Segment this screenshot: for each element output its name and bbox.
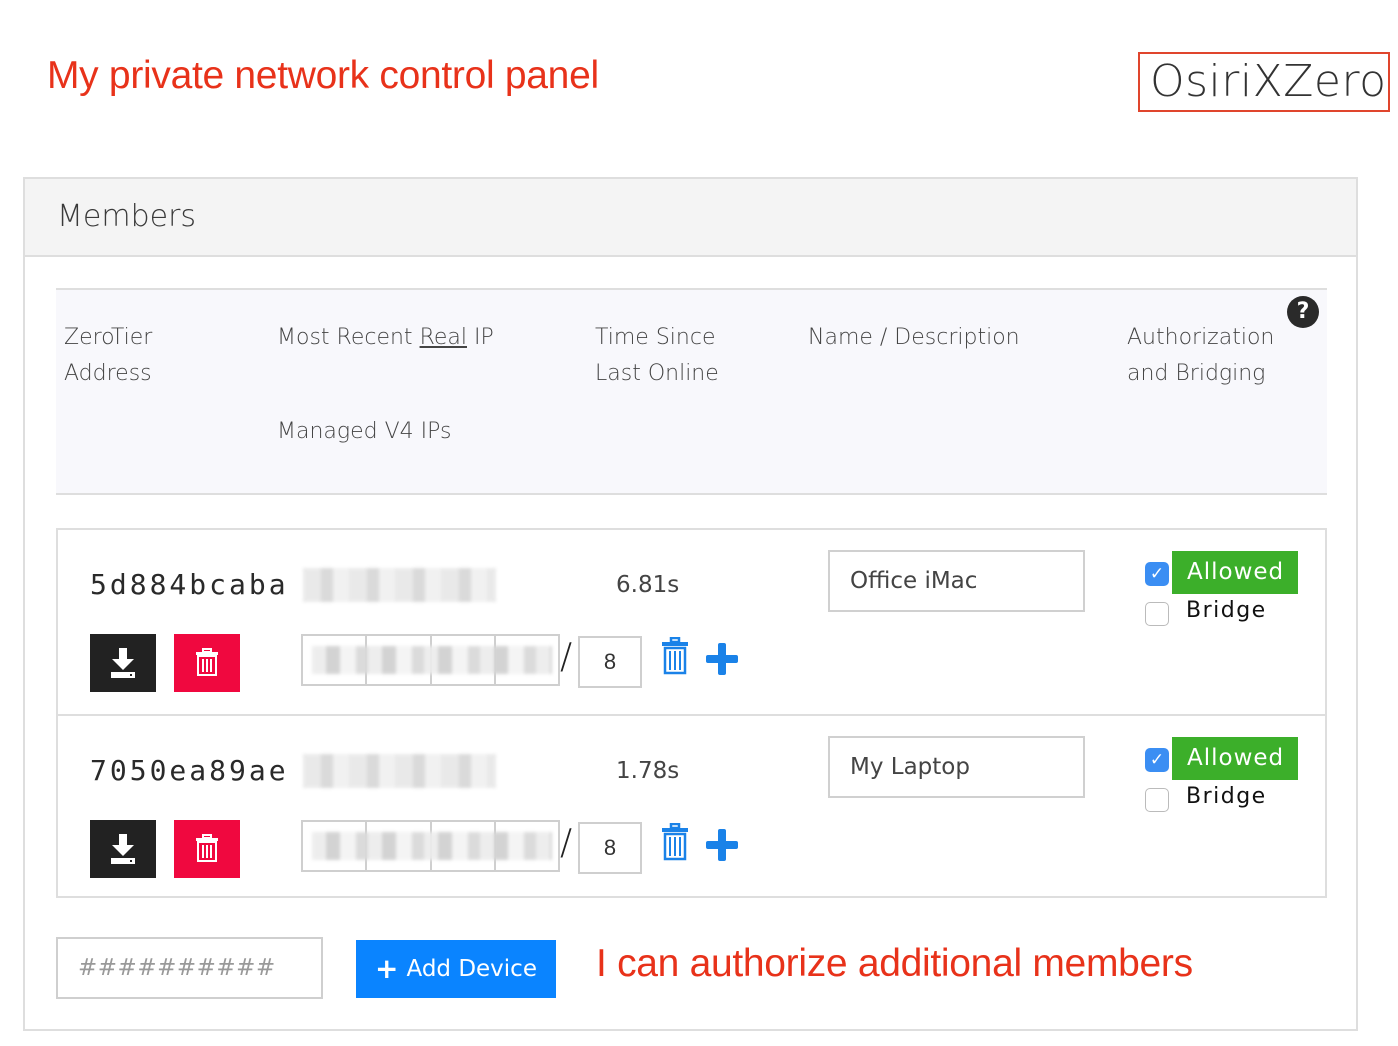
managed-ip-redacted [312,832,552,860]
member-row: 7050ea89ae 1.78s ✓ Allowed Bridge [58,714,1325,898]
column-header-name: Name / Description [808,325,1020,350]
prefix-input[interactable] [578,636,642,688]
panel-title: Members [57,199,197,234]
prefix-separator: / [560,636,573,677]
member-last-online: 1.78s [616,758,680,784]
delete-member-button[interactable] [174,820,240,878]
member-name-input[interactable] [828,550,1085,612]
add-device-button[interactable]: + Add Device [356,940,556,998]
member-name-input[interactable] [828,736,1085,798]
authorized-checkbox[interactable]: ✓ [1145,748,1169,772]
authorized-checkbox[interactable]: ✓ [1145,562,1169,586]
members-table-header: ZeroTier Address Most Recent Real IP Man… [56,288,1327,495]
new-member-address-input[interactable] [56,937,323,999]
remove-ip-trash-icon[interactable] [660,823,690,861]
download-config-button[interactable] [90,634,156,692]
members-list: 5d884bcaba 6.81s ✓ Allowed Bridge [56,528,1327,898]
member-address: 7050ea89ae [90,754,289,787]
real-ip-prefix: Most Recent [277,325,420,350]
allowed-label: Allowed [1172,737,1298,780]
download-icon [111,834,135,864]
column-header-address-line1: ZeroTier [64,325,153,350]
member-real-ip-redacted [303,754,496,788]
member-last-online: 6.81s [616,572,680,598]
member-real-ip-redacted [303,568,496,602]
download-config-button[interactable] [90,820,156,878]
bridge-checkbox[interactable] [1145,788,1169,812]
column-header-auth-line2: and Bridging [1127,361,1266,386]
prefix-separator: / [560,822,573,863]
trash-icon [196,834,218,862]
bridge-checkbox[interactable] [1145,602,1169,626]
member-row: 5d884bcaba 6.81s ✓ Allowed Bridge [58,530,1325,714]
column-header-address: ZeroTier Address [64,320,152,392]
bridge-label: Bridge [1186,598,1267,623]
help-icon[interactable]: ? [1287,296,1319,328]
member-address: 5d884bcaba [90,568,289,601]
plus-icon: + [375,952,399,985]
trash-icon [196,648,218,676]
add-ip-plus-icon[interactable] [706,829,738,861]
real-ip-underlined: Real [419,325,467,350]
annotation-title: My private network control panel [47,54,599,97]
column-header-managed-ips: Managed V4 IPs [277,419,452,444]
column-header-time-line1: Time Since [595,325,716,350]
members-panel: Members ZeroTier Address Most Recent Rea… [23,177,1358,1031]
add-device-label: Add Device [406,956,537,982]
column-header-time-line2: Last Online [595,361,719,386]
bridge-label: Bridge [1186,784,1267,809]
prefix-input[interactable] [578,822,642,874]
brand-label: OsiriXZero [1138,52,1390,112]
column-header-last-online: Time Since Last Online [595,320,719,392]
delete-member-button[interactable] [174,634,240,692]
download-icon [111,648,135,678]
column-header-address-line2: Address [64,361,152,386]
column-header-auth-line1: Authorization [1127,325,1275,350]
allowed-label: Allowed [1172,551,1298,594]
annotation-add-members: I can authorize additional members [596,942,1193,985]
real-ip-suffix: IP [467,325,494,350]
column-header-real-ip: Most Recent Real IP [277,320,494,356]
remove-ip-trash-icon[interactable] [660,637,690,675]
add-ip-plus-icon[interactable] [706,643,738,675]
panel-header: Members [25,179,1356,257]
column-header-authorization: Authorization and Bridging [1127,320,1274,392]
managed-ip-redacted [312,646,552,674]
